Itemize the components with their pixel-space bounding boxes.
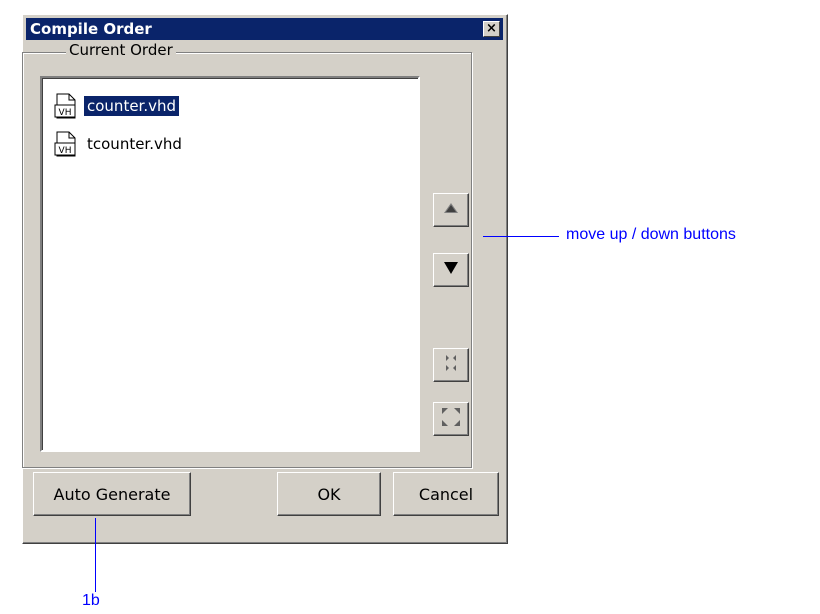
move-up-button[interactable]: [433, 193, 469, 227]
annotation-auto-generate: 1b: [82, 592, 100, 609]
group-label: Current Order: [66, 41, 176, 59]
auto-generate-button[interactable]: Auto Generate: [33, 472, 191, 516]
file-badge: VH: [59, 146, 72, 156]
collapse-icon: [442, 354, 460, 377]
collapse-button[interactable]: [433, 348, 469, 382]
move-down-button[interactable]: [433, 253, 469, 287]
ok-button[interactable]: OK: [277, 472, 381, 516]
file-name[interactable]: tcounter.vhd: [84, 134, 185, 154]
file-badge: VH: [59, 108, 72, 118]
auto-generate-label: Auto Generate: [53, 484, 171, 504]
close-button[interactable]: ×: [483, 21, 500, 37]
list-item[interactable]: VH tcounter.vhd: [54, 131, 185, 157]
dialog-title: Compile Order: [30, 20, 152, 38]
list-item[interactable]: VH counter.vhd: [54, 93, 180, 119]
vhdl-file-icon: VH: [54, 93, 78, 119]
cancel-button[interactable]: Cancel: [393, 472, 499, 516]
move-up-icon: [443, 201, 459, 219]
ok-label: OK: [317, 484, 341, 504]
move-down-icon: [443, 261, 459, 280]
expand-button[interactable]: [433, 402, 469, 436]
title-bar: Compile Order ×: [26, 18, 503, 40]
close-icon: ×: [486, 21, 497, 36]
vhdl-file-icon: VH: [54, 131, 78, 157]
annotation-move-buttons: move up / down buttons: [566, 226, 736, 243]
annotation-line-auto-generate: [95, 518, 96, 592]
cancel-label: Cancel: [418, 484, 474, 504]
file-name[interactable]: counter.vhd: [84, 96, 180, 116]
annotation-line-move-buttons: [483, 236, 559, 237]
expand-icon: [441, 407, 461, 432]
